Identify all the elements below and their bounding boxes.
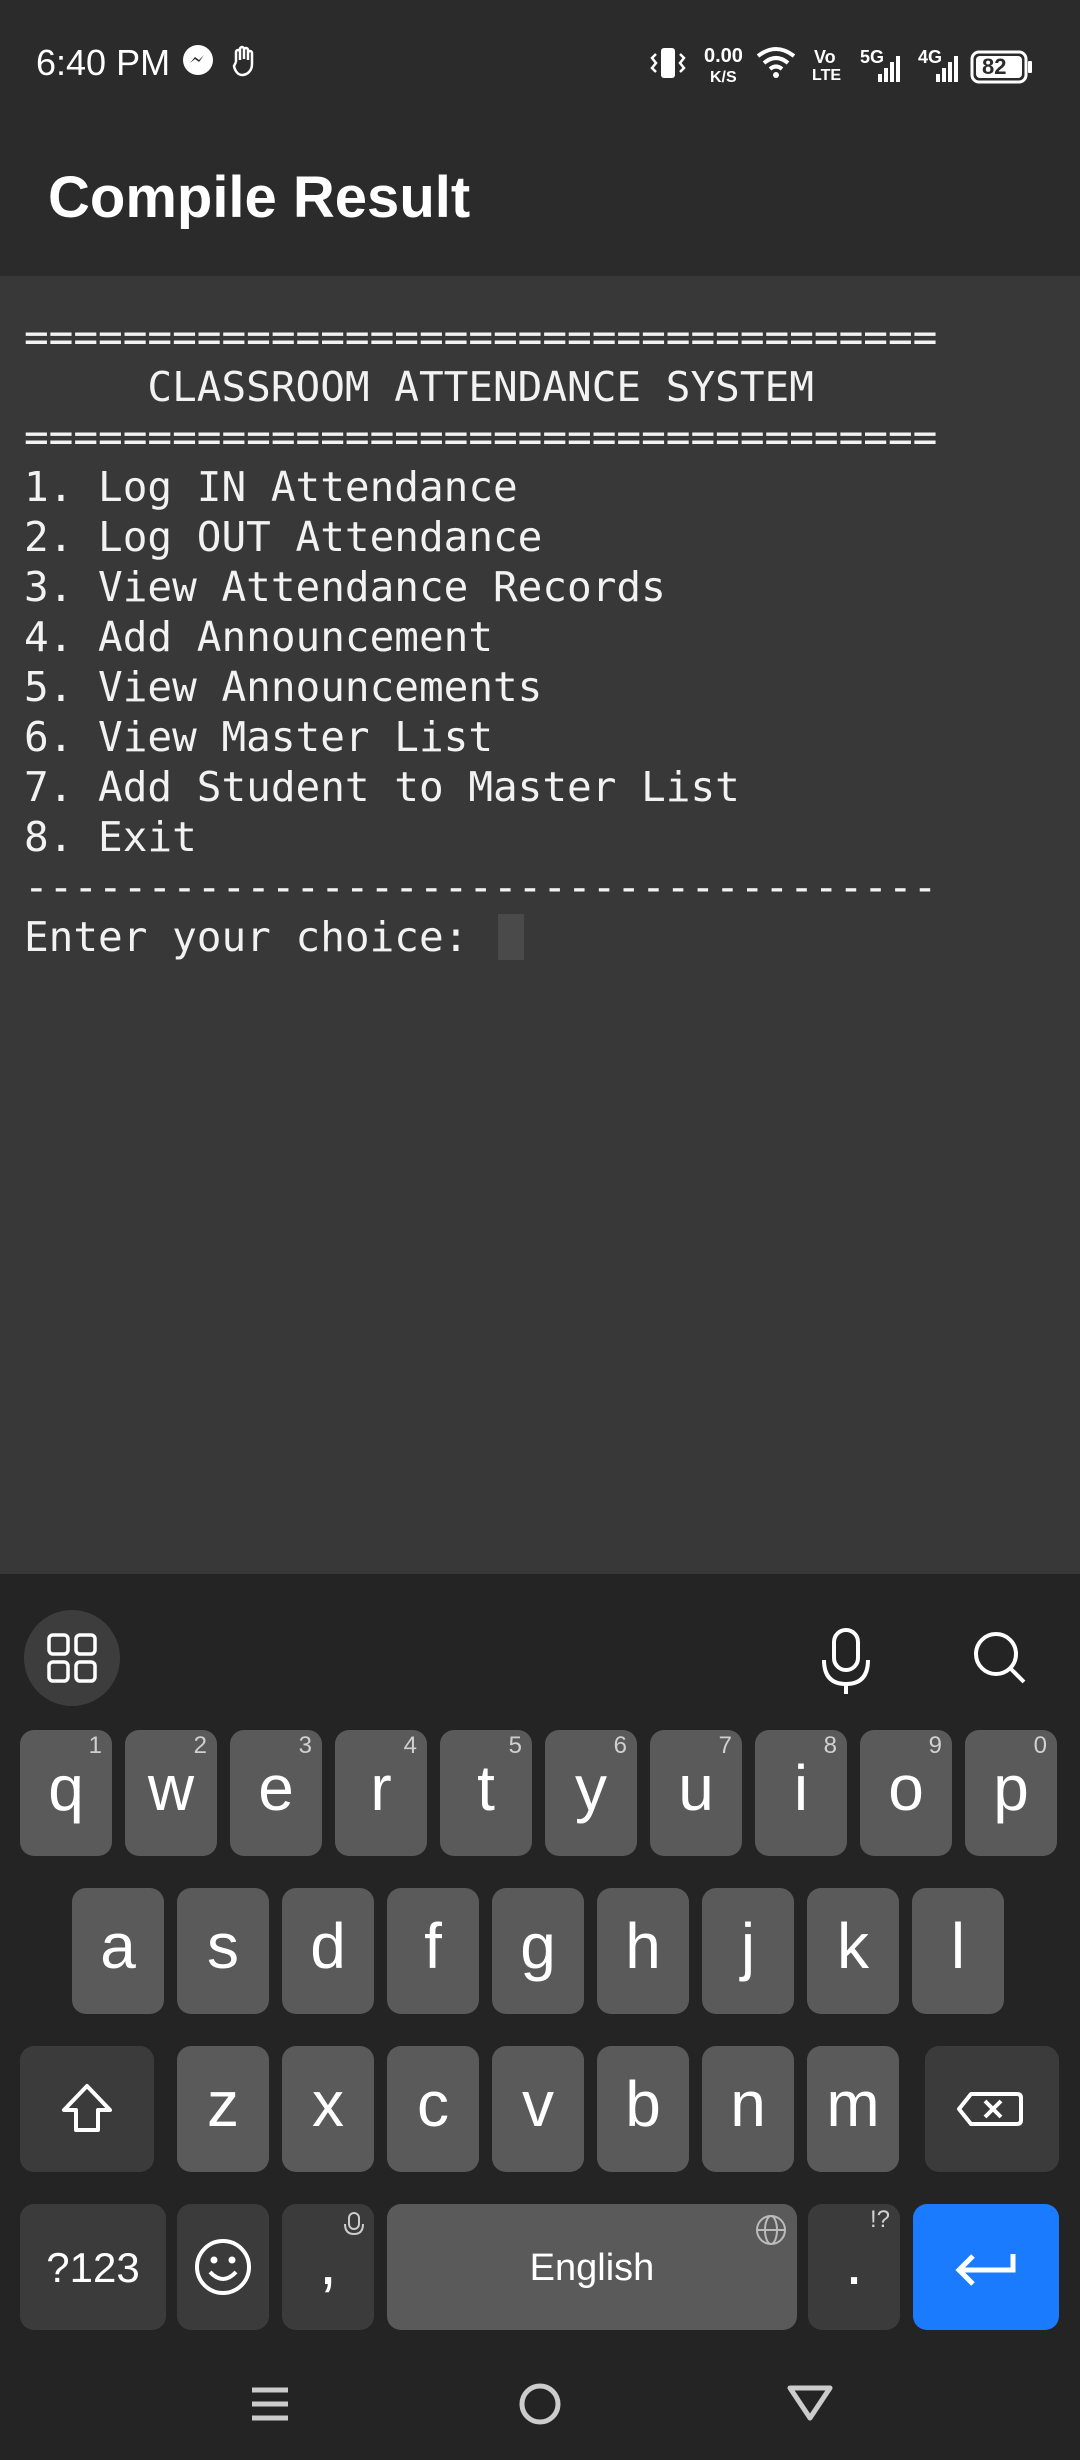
- mic-hint-icon: [344, 2212, 364, 2236]
- apps-grid-button[interactable]: [24, 1610, 120, 1706]
- key-u[interactable]: u7: [650, 1730, 742, 1856]
- emoji-icon: [195, 2239, 251, 2295]
- comma-key[interactable]: ,: [282, 2204, 374, 2330]
- hand-icon: [230, 44, 260, 83]
- key-k[interactable]: k: [807, 1888, 899, 2014]
- key-y[interactable]: y6: [545, 1730, 637, 1856]
- enter-key[interactable]: [913, 2204, 1059, 2330]
- key-j[interactable]: j: [702, 1888, 794, 2014]
- enter-icon: [955, 2254, 1016, 2286]
- key-x[interactable]: x: [282, 2046, 374, 2172]
- home-circle-icon: [519, 2383, 561, 2425]
- battery-level: 82: [982, 54, 1007, 79]
- key-e[interactable]: e3: [230, 1730, 322, 1856]
- key-d[interactable]: d: [282, 1888, 374, 2014]
- home-nav-button[interactable]: [500, 2368, 580, 2438]
- backspace-icon: [957, 2092, 1023, 2126]
- volte-top: Vo: [814, 47, 836, 67]
- key-z[interactable]: z: [177, 2046, 269, 2172]
- key-b[interactable]: b: [597, 2046, 689, 2172]
- key-s[interactable]: s: [177, 1888, 269, 2014]
- messenger-icon: [182, 44, 214, 81]
- console-line: CLASSROOM ATTENDANCE SYSTEM: [24, 363, 814, 411]
- key-i[interactable]: i8: [755, 1730, 847, 1856]
- net-speed-value: 0.00: [704, 45, 743, 67]
- console-line: 3. View Attendance Records: [24, 563, 666, 611]
- voice-input-button[interactable]: [810, 1614, 882, 1702]
- period-key[interactable]: . !?: [808, 2204, 900, 2330]
- net-speed-unit: K/S: [710, 69, 737, 86]
- page-title: Compile Result: [48, 165, 471, 230]
- status-bar: 6:40 PM 0.00 K/S Vo LTE 5G 4G 82: [0, 0, 1080, 134]
- console-output[interactable]: ===================================== CL…: [0, 276, 1080, 1574]
- keyboard: q1 w2 e3 r4 t5 y6 u7 i8 o9 p0 a s d f g …: [0, 1574, 1080, 2348]
- console-line: 4. Add Announcement: [24, 613, 493, 661]
- key-o[interactable]: o9: [860, 1730, 952, 1856]
- space-key[interactable]: English: [387, 2204, 797, 2330]
- key-m[interactable]: m: [807, 2046, 899, 2172]
- back-triangle-icon: [787, 2385, 833, 2421]
- volte-bottom: LTE: [812, 67, 842, 84]
- key-t[interactable]: t5: [440, 1730, 532, 1856]
- menu-nav-button[interactable]: [230, 2368, 310, 2438]
- console-line: 1. Log IN Attendance: [24, 463, 518, 511]
- console-line: 2. Log OUT Attendance: [24, 513, 543, 561]
- key-p[interactable]: p0: [965, 1730, 1057, 1856]
- back-nav-button[interactable]: [770, 2368, 850, 2438]
- backspace-key[interactable]: [925, 2046, 1059, 2172]
- console-line: 7. Add Student to Master List: [24, 763, 740, 811]
- shift-icon: [62, 2084, 112, 2132]
- navigation-bar: [0, 2348, 1080, 2460]
- signal-icon: [864, 52, 904, 89]
- key-n[interactable]: n: [702, 2046, 794, 2172]
- search-icon: [974, 1632, 1026, 1684]
- app-bar: Compile Result: [0, 134, 1080, 276]
- microphone-icon: [822, 1628, 870, 1694]
- key-q[interactable]: q1: [20, 1730, 112, 1856]
- key-g[interactable]: g: [492, 1888, 584, 2014]
- console-line: 5. View Announcements: [24, 663, 543, 711]
- wifi-icon: [756, 46, 796, 83]
- key-r[interactable]: r4: [335, 1730, 427, 1856]
- grid-icon: [47, 1633, 97, 1683]
- console-line: =====================================: [24, 413, 938, 461]
- input-cursor[interactable]: [498, 914, 524, 960]
- globe-icon: [756, 2215, 786, 2245]
- key-v[interactable]: v: [492, 2046, 584, 2172]
- input-prompt: Enter your choice:: [24, 913, 493, 961]
- key-a[interactable]: a: [72, 1888, 164, 2014]
- shift-key[interactable]: [20, 2046, 154, 2172]
- console-line: 6. View Master List: [24, 713, 493, 761]
- console-line: -------------------------------------: [24, 863, 938, 911]
- menu-icon: [252, 2387, 288, 2421]
- key-c[interactable]: c: [387, 2046, 479, 2172]
- console-line: 8. Exit: [24, 813, 197, 861]
- vibrate-icon: [648, 46, 688, 85]
- search-button[interactable]: [960, 1614, 1040, 1702]
- key-l[interactable]: l: [912, 1888, 1004, 2014]
- emoji-key[interactable]: [177, 2204, 269, 2330]
- console-line: =====================================: [24, 313, 938, 361]
- key-w[interactable]: w2: [125, 1730, 217, 1856]
- key-f[interactable]: f: [387, 1888, 479, 2014]
- key-h[interactable]: h: [597, 1888, 689, 2014]
- symbols-key[interactable]: ?123: [20, 2204, 166, 2330]
- signal-icon-2: [922, 52, 962, 89]
- status-time: 6:40 PM: [36, 42, 171, 83]
